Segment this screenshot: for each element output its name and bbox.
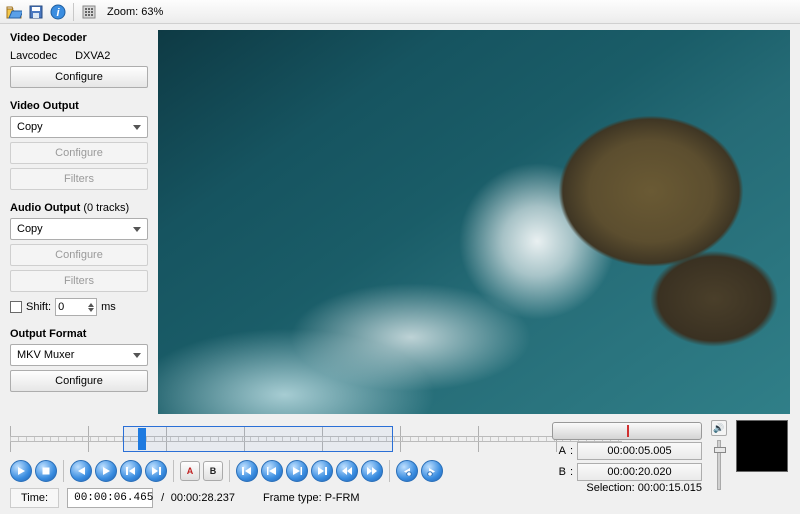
set-marker-a-button[interactable]: A — [180, 461, 200, 481]
chevron-down-icon — [133, 227, 141, 232]
toolbar-divider — [73, 3, 74, 21]
video-decoder-title: Video Decoder — [10, 32, 148, 44]
marker-b-field[interactable]: 00:00:20.020 — [577, 463, 702, 481]
shift-checkbox[interactable] — [10, 301, 22, 313]
stop-button[interactable] — [35, 460, 57, 482]
volume-slider[interactable] — [717, 440, 721, 490]
decoder-codec: Lavcodec — [10, 50, 57, 62]
jog-wheel[interactable] — [552, 422, 702, 440]
save-button[interactable] — [26, 2, 46, 22]
decoder-configure-button[interactable]: Configure — [10, 66, 148, 88]
video-output-selected: Copy — [17, 121, 43, 133]
forward-second-button[interactable] — [421, 460, 443, 482]
prev-frame-button[interactable] — [70, 460, 92, 482]
time-label: Time: — [10, 488, 59, 508]
goto-marker-b-button[interactable] — [286, 460, 308, 482]
marker-a-label: A — [552, 445, 566, 457]
calculator-button[interactable] — [79, 2, 99, 22]
output-format-select[interactable]: MKV Muxer — [10, 344, 148, 366]
divider — [229, 460, 230, 482]
audio-output-selected: Copy — [17, 223, 43, 235]
speaker-icon[interactable]: 🔊 — [711, 420, 727, 436]
time-field[interactable]: 00:00:06.465 — [67, 488, 153, 508]
shift-ms-label: ms — [101, 301, 116, 313]
shift-stepper[interactable]: 0 — [55, 298, 97, 316]
divider — [389, 460, 390, 482]
play-button[interactable] — [10, 460, 32, 482]
decoder-hw: DXVA2 — [75, 50, 110, 62]
video-output-configure-button: Configure — [10, 142, 148, 164]
chevron-down-icon — [133, 353, 141, 358]
shift-label: Shift: — [26, 301, 51, 313]
video-output-title: Video Output — [10, 100, 148, 112]
duration-label: / 00:00:28.237 — [161, 492, 235, 505]
frametype-label: Frame type: P-FRM — [263, 492, 360, 504]
audio-output-filters-button: Filters — [10, 270, 148, 292]
marker-b-label: B — [552, 466, 566, 478]
divider — [63, 460, 64, 482]
back-second-button[interactable] — [396, 460, 418, 482]
selection-duration: Selection: 00:00:15.015 — [552, 482, 702, 494]
open-file-button[interactable] — [4, 2, 24, 22]
audio-output-select[interactable]: Copy — [10, 218, 148, 240]
marker-panel: A: 00:00:05.005 B: 00:00:20.020 Selectio… — [552, 422, 702, 494]
timeline-selection[interactable] — [123, 426, 393, 452]
divider — [173, 460, 174, 482]
goto-marker-a-button[interactable] — [261, 460, 283, 482]
marker-a-field[interactable]: 00:00:05.005 — [577, 442, 702, 460]
output-format-title: Output Format — [10, 328, 148, 340]
info-button[interactable]: i — [48, 2, 68, 22]
goto-start-button[interactable] — [236, 460, 258, 482]
audio-output-title: Audio Output (0 tracks) — [10, 202, 148, 214]
zoom-label: Zoom: 63% — [107, 6, 163, 18]
timeline-playhead[interactable] — [138, 428, 146, 450]
goto-end-button[interactable] — [311, 460, 333, 482]
prev-cut-button[interactable] — [336, 460, 358, 482]
top-toolbar: i Zoom: 63% — [0, 0, 800, 24]
chevron-down-icon — [133, 125, 141, 130]
video-preview[interactable] — [158, 30, 790, 414]
set-marker-b-button[interactable]: B — [203, 461, 223, 481]
output-format-selected: MKV Muxer — [17, 349, 74, 361]
next-frame-button[interactable] — [95, 460, 117, 482]
output-format-configure-button[interactable]: Configure — [10, 370, 148, 392]
volume-control: 🔊 — [710, 420, 728, 490]
next-keyframe-button[interactable] — [145, 460, 167, 482]
audio-output-configure-button: Configure — [10, 244, 148, 266]
video-output-filters-button: Filters — [10, 168, 148, 190]
prev-keyframe-button[interactable] — [120, 460, 142, 482]
volume-knob[interactable] — [714, 447, 726, 453]
sidebar: Video Decoder Lavcodec DXVA2 Configure V… — [0, 24, 158, 418]
video-output-select[interactable]: Copy — [10, 116, 148, 138]
next-cut-button[interactable] — [361, 460, 383, 482]
preview-image — [158, 30, 790, 414]
preview-thumbnail — [736, 420, 788, 472]
